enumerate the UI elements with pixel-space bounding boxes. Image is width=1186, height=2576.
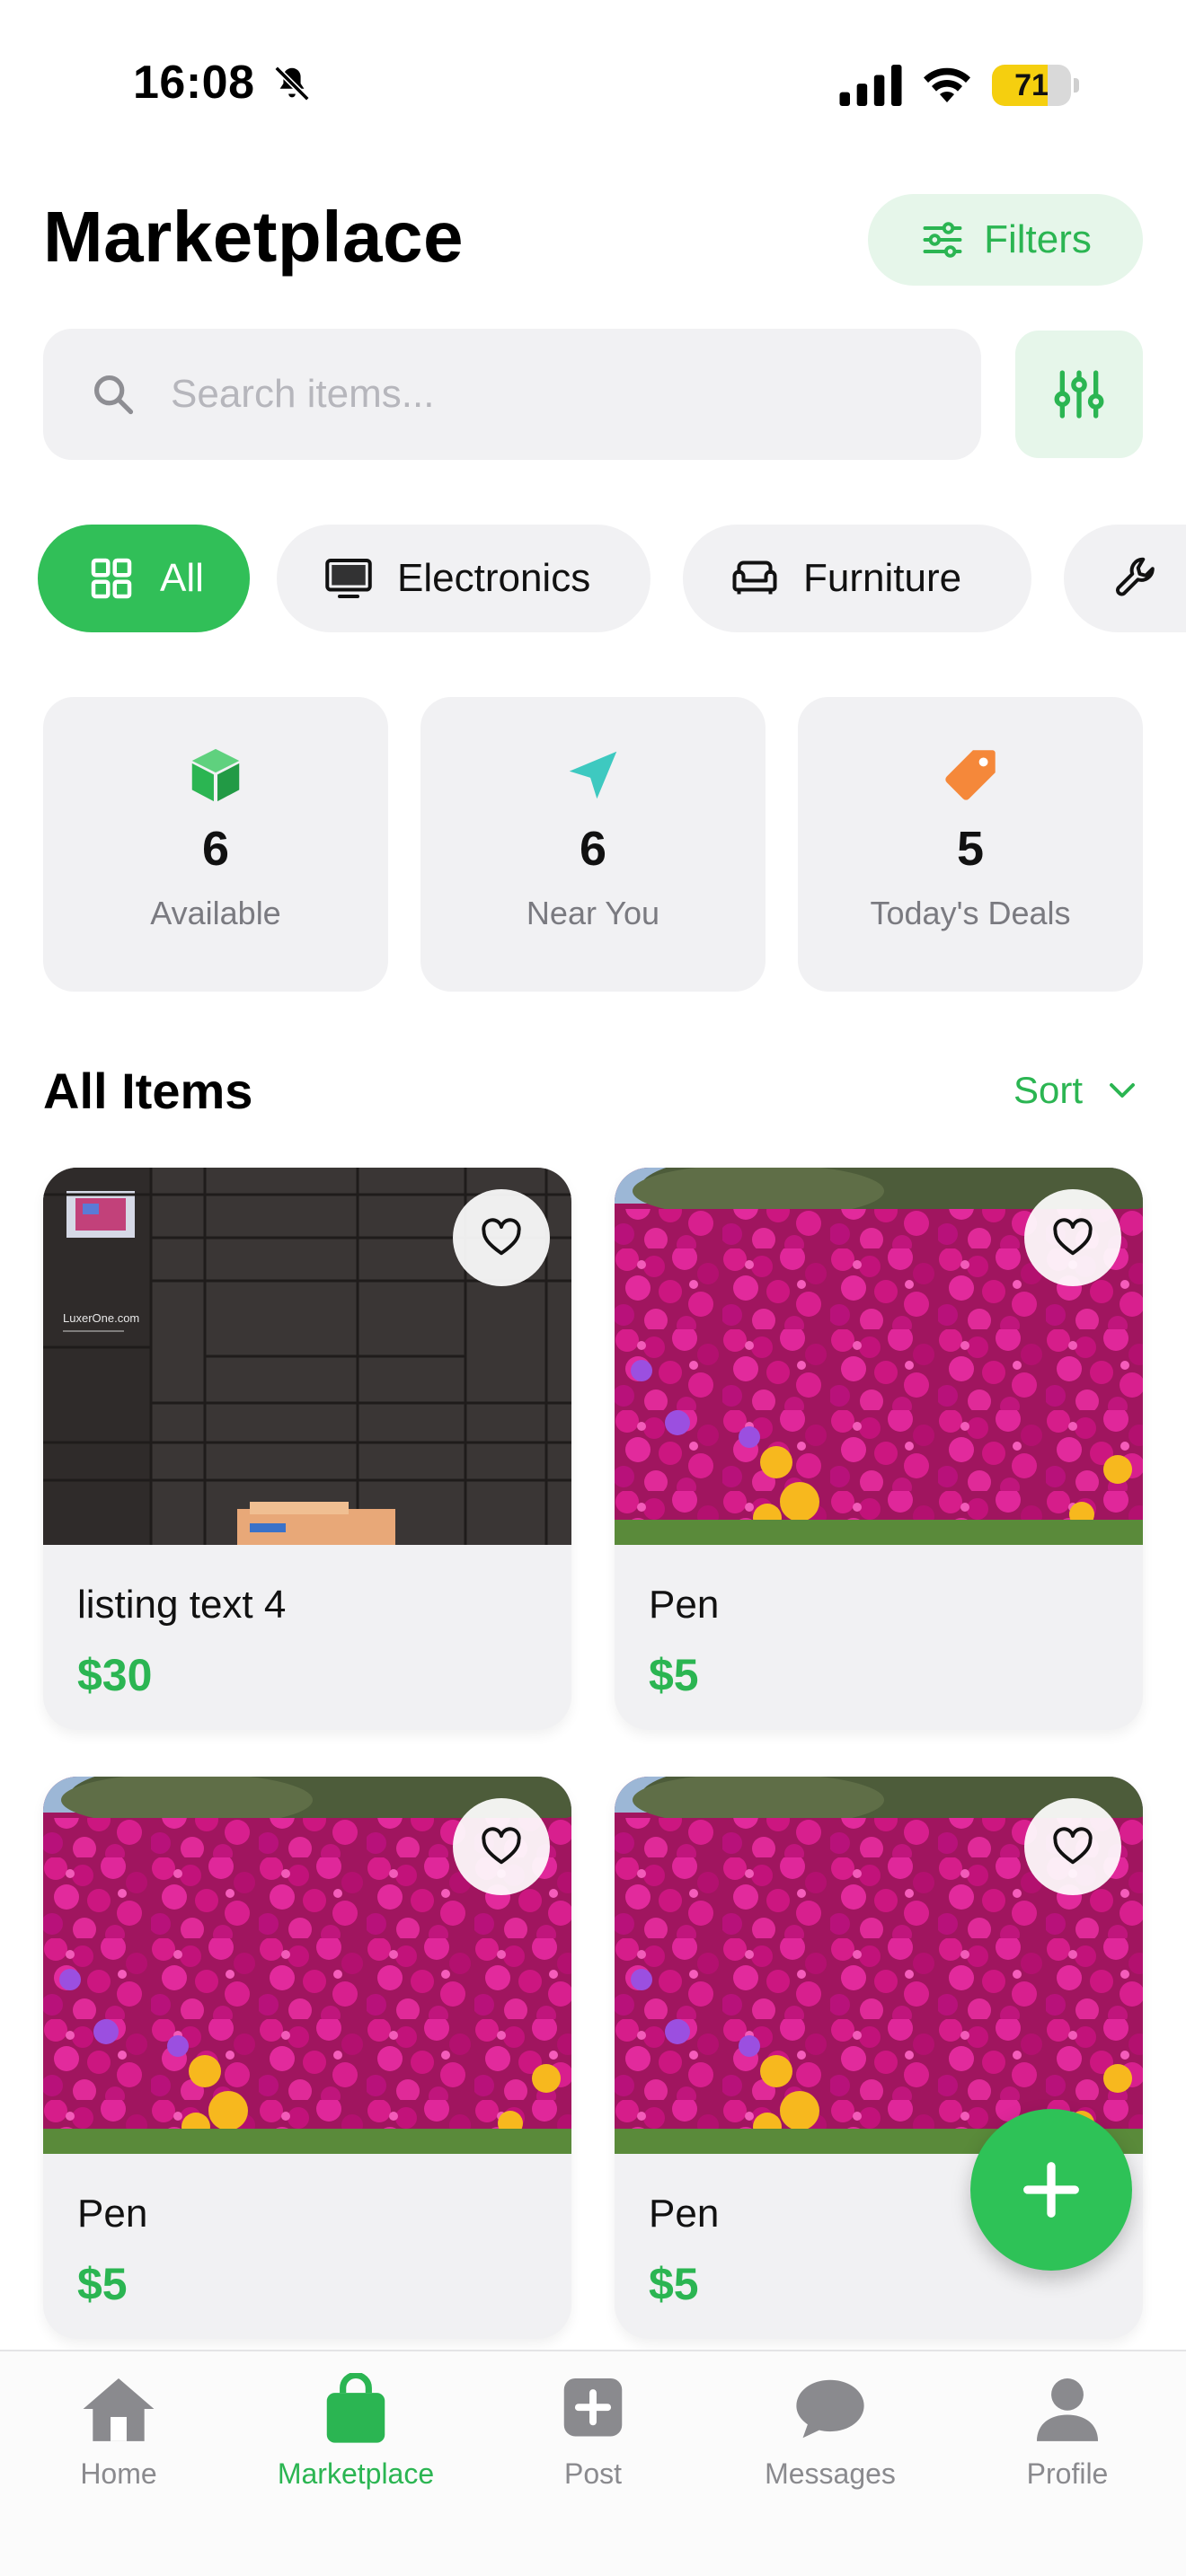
tab-label: Marketplace [277,2457,435,2490]
sort-button[interactable]: Sort [1013,1069,1138,1112]
filters-label: Filters [984,217,1092,261]
section-title: All Items [43,1063,253,1119]
page-title: Marketplace [43,197,464,277]
stat-card-near-you[interactable]: 6 Near You [420,697,766,992]
battery-percentage: 71 [1014,68,1049,102]
category-label: Furniture [803,556,962,600]
item-card[interactable]: LuxerOne.com listing text 4 $30 [43,1168,571,1730]
category-pill-electronics[interactable]: Electronics [277,525,651,632]
item-title: Pen [77,2192,148,2236]
search-icon [93,375,134,415]
category-label: Electronics [397,556,591,600]
tab-label: Profile [1026,2457,1109,2490]
home-icon [83,2378,155,2441]
search-bar[interactable] [43,329,981,460]
stat-value: 6 [579,822,607,876]
stat-card-todays-deals[interactable]: 5 Today's Deals [798,697,1143,992]
monitor-icon [325,559,372,598]
item-title: Pen [649,2192,720,2236]
item-card[interactable]: Pen $5 [43,1777,571,2339]
item-title: Pen [649,1583,720,1627]
status-time: 16:08 [133,57,255,109]
grid-icon [91,558,132,599]
favorite-button[interactable] [453,1189,550,1286]
sliders-icon [923,222,962,258]
adjustments-button[interactable] [1015,331,1143,458]
chevron-down-icon [1110,1083,1135,1098]
favorite-button[interactable] [1024,1189,1121,1286]
tab-home[interactable]: Home [11,2373,226,2491]
tab-label: Messages [765,2457,896,2490]
tab-bar: Home Marketplace Post Messages Profile [0,2350,1186,2576]
plus-icon [1023,2162,1079,2218]
sort-label: Sort [1013,1069,1084,1111]
item-card[interactable]: Pen $5 [615,1168,1143,1730]
stat-value: 6 [201,822,230,876]
category-label: All [160,556,204,600]
add-listing-button[interactable] [970,2109,1132,2271]
bell-slash-icon [274,66,310,101]
favorite-button[interactable] [453,1798,550,1895]
item-price: $5 [649,2259,699,2309]
category-pill-tools[interactable]: T [1064,525,1186,632]
tab-label: Post [563,2457,623,2490]
heart-icon [1053,1218,1093,1256]
stat-label: Near You [526,895,660,931]
person-icon [1036,2378,1099,2441]
stat-card-available[interactable]: 6 Available [43,697,388,992]
favorite-button[interactable] [1024,1798,1121,1895]
stat-value: 5 [956,822,985,876]
category-pill-furniture[interactable]: Furniture [683,525,1031,632]
category-pill-all[interactable]: All [38,525,250,632]
sofa-icon [732,560,777,595]
status-bar: 16:08 71 [0,0,1186,171]
item-title: listing text 4 [77,1583,287,1627]
heart-icon [482,1218,521,1256]
tab-messages[interactable]: Messages [722,2373,938,2491]
locker-brand-text: LuxerOne.com [63,1311,139,1325]
item-price: $30 [77,1650,153,1700]
search-input[interactable] [171,372,943,417]
navigation-arrow-icon [569,751,617,799]
tab-post[interactable]: Post [485,2373,701,2491]
battery-indicator: 71 [992,65,1079,106]
stat-label: Available [150,895,281,931]
wrench-icon [1116,557,1155,596]
category-filter-bar: All Electronics Furniture T [0,525,1186,634]
tab-profile[interactable]: Profile [960,2373,1175,2491]
box-icon [191,748,240,802]
cellular-signal-icon [839,65,902,106]
tab-marketplace[interactable]: Marketplace [248,2373,464,2491]
stat-label: Today's Deals [870,895,1071,931]
heart-icon [1053,1827,1093,1865]
chat-bubble-icon [796,2379,864,2439]
item-price: $5 [649,1650,699,1700]
filters-button[interactable]: Filters [868,194,1143,286]
wifi-icon [924,67,970,102]
heart-icon [482,1827,521,1865]
plus-square-icon [563,2378,623,2437]
tag-icon [945,750,996,800]
item-price: $5 [77,2259,128,2309]
vertical-sliders-icon [1054,370,1104,419]
shopping-bag-icon [326,2373,385,2443]
tab-label: Home [80,2457,157,2490]
